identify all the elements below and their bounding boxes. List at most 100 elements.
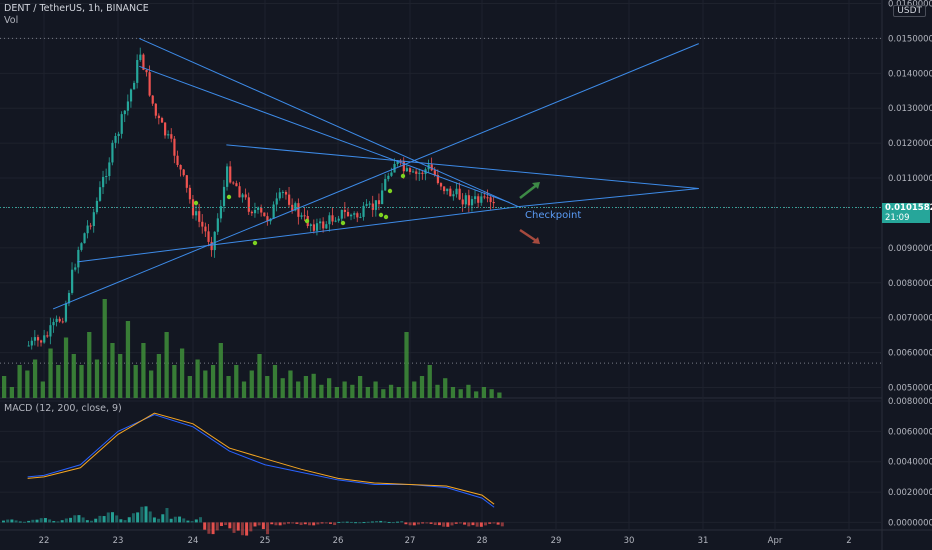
volume-bar — [497, 392, 502, 398]
candle-body — [421, 172, 424, 174]
candle-body — [250, 211, 254, 214]
macd-histogram-bar — [446, 522, 450, 527]
candle-body — [160, 118, 164, 123]
macd-histogram-bar — [366, 521, 370, 523]
volume-bar — [9, 387, 14, 398]
candle-body — [213, 231, 216, 251]
macd-histogram-bar — [194, 519, 198, 523]
volume-bar — [17, 365, 22, 398]
checkpoint-annotation[interactable]: Checkpoint — [525, 210, 581, 221]
macd-histogram-bar — [412, 522, 416, 526]
candle-body — [185, 175, 188, 188]
candle-body — [461, 199, 464, 205]
macd-histogram-bar — [219, 522, 223, 527]
volume-bar — [195, 359, 200, 398]
candle-body — [46, 335, 49, 337]
macd-histogram-bar — [81, 517, 85, 523]
volume-bar — [56, 365, 61, 398]
macd-histogram-bar — [261, 522, 265, 530]
macd-histogram-bar — [236, 522, 240, 531]
candle-body — [71, 269, 74, 293]
candle-body — [55, 318, 58, 323]
candle-body — [83, 233, 86, 244]
price-tick-label: 0.0080000 — [888, 279, 932, 289]
candle-body — [241, 194, 244, 198]
candle-body — [303, 215, 306, 217]
macd-histogram-bar — [98, 515, 102, 523]
candle-body — [300, 215, 303, 217]
candle-body — [319, 221, 322, 224]
candle-body — [244, 194, 247, 198]
signal-marker — [252, 240, 258, 246]
candle-body — [387, 175, 390, 180]
candle-body — [470, 199, 474, 206]
macd-histogram-bar — [450, 522, 454, 526]
macd-histogram-bar — [69, 517, 73, 523]
candle-body — [260, 207, 263, 213]
candle-body — [368, 203, 371, 205]
symbol-title[interactable]: DENT / TetherUS, 1h, BINANCE — [4, 3, 149, 15]
volume-bar — [288, 370, 293, 398]
candle-body — [328, 215, 331, 225]
candle-body — [123, 110, 126, 115]
candle-body — [309, 224, 312, 227]
volume-bar — [388, 384, 394, 398]
time-tick-label: 22 — [39, 536, 50, 546]
candle-body — [89, 225, 92, 227]
macd-histogram-bar — [140, 506, 144, 523]
macd-histogram-bar — [52, 521, 56, 523]
chart-canvas[interactable]: 22232425262728293031Apr20.01600000.01500… — [0, 0, 932, 550]
candle-body — [334, 220, 337, 222]
time-tick-label: 28 — [477, 536, 488, 546]
candle-body — [198, 211, 201, 222]
candle-body — [216, 218, 219, 232]
volume-bar — [87, 332, 92, 398]
macd-histogram-bar — [119, 519, 123, 523]
macd-histogram-bar — [266, 522, 270, 535]
macd-histogram-bar — [341, 521, 345, 523]
candle-body — [232, 182, 235, 184]
macd-histogram-bar — [165, 508, 169, 523]
candle-body — [219, 206, 223, 219]
macd-histogram-bar — [131, 513, 135, 523]
volume-bar — [187, 376, 192, 398]
candle-body — [443, 186, 446, 192]
candle-body — [117, 133, 120, 137]
macd-histogram-bar — [295, 522, 299, 524]
candle-body — [446, 188, 449, 192]
macd-histogram-bar — [337, 521, 341, 523]
volume-bar — [94, 359, 100, 398]
volume-bar — [241, 381, 247, 398]
macd-histogram-bar — [282, 522, 286, 525]
macd-histogram-bar — [379, 520, 383, 523]
macd-histogram-bar — [425, 522, 429, 524]
macd-histogram-bar — [303, 522, 307, 525]
candle-body — [325, 224, 328, 229]
time-tick-label: 30 — [624, 536, 635, 546]
volume-bar — [396, 387, 401, 398]
macd-histogram-bar — [157, 518, 161, 523]
volume-bar — [79, 365, 84, 398]
volume-bar — [342, 381, 347, 398]
candle-body — [170, 134, 173, 139]
volume-bar — [466, 384, 471, 398]
candle-body — [350, 214, 353, 217]
macd-histogram-bar — [467, 522, 471, 527]
volume-bar — [32, 359, 38, 398]
macd-histogram-bar — [152, 517, 156, 523]
volume-label[interactable]: Vol — [4, 15, 18, 27]
candle-body — [415, 171, 418, 174]
macd-label[interactable]: MACD (12, 200, close, 9) — [4, 403, 122, 415]
currency-button[interactable]: USDT — [893, 5, 926, 17]
macd-tick-label: 0.0020000 — [888, 488, 932, 498]
macd-histogram-bar — [375, 520, 379, 523]
macd-histogram-bar — [144, 506, 148, 523]
macd-histogram-bar — [312, 522, 316, 526]
macd-histogram-bar — [463, 522, 467, 525]
macd-histogram-bar — [110, 512, 114, 523]
volume-bar — [373, 381, 378, 398]
candle-body — [381, 190, 384, 205]
macd-histogram-bar — [245, 522, 249, 536]
volume-bar — [102, 299, 107, 398]
volume-bar — [319, 384, 324, 398]
